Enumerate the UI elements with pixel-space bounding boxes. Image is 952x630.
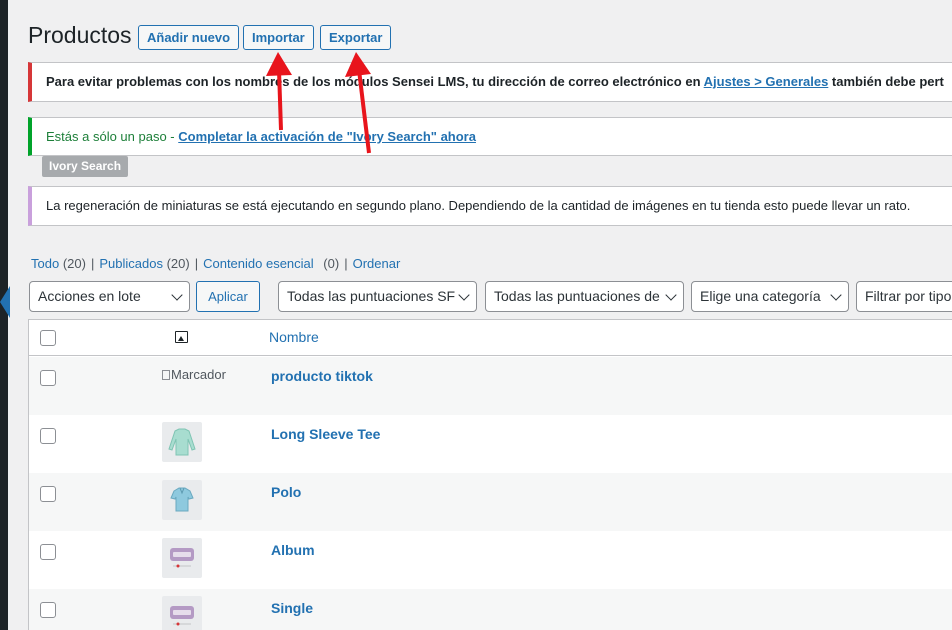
red-arrow-import-icon bbox=[266, 52, 292, 131]
red-arrow-export-icon bbox=[345, 52, 371, 154]
annotation-arrows bbox=[266, 52, 371, 154]
